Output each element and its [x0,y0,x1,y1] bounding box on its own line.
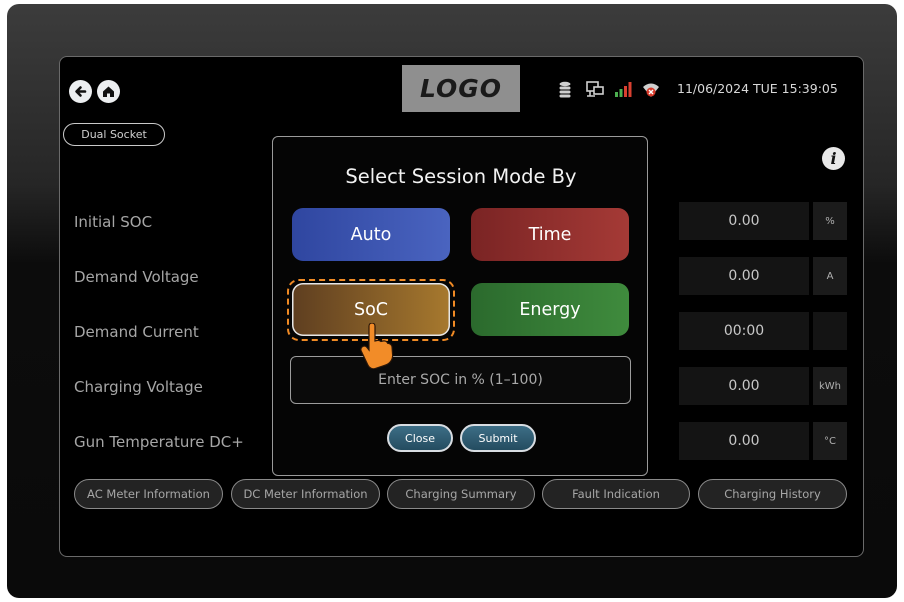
param-unit-initial-soc: % [813,202,847,240]
logo: LOGO [402,65,520,112]
info-icon: i [830,148,837,168]
param-value-gun-temperature: 0.00 [679,422,809,460]
dialog-title: Select Session Mode By [345,165,577,188]
close-button[interactable]: Close [387,424,453,452]
param-label-gun-temperature: Gun Temperature DC+ [74,433,244,451]
submit-button[interactable]: Submit [460,424,536,452]
param-value-demand-current: 00:00 [679,312,809,350]
param-unit-charging-voltage: kWh [813,367,847,405]
charger-screen: LOGO 11/06/2024 TUE 15:39:05 Dual Socket… [59,56,864,557]
charging-summary-button[interactable]: Charging Summary [387,479,535,509]
charging-history-button[interactable]: Charging History [698,479,847,509]
home-icon [103,86,114,97]
datetime: 11/06/2024 TUE 15:39:05 [677,81,838,96]
param-label-demand-voltage: Demand Voltage [74,268,199,286]
database-icon [558,81,572,102]
param-unit-demand-voltage: A [813,257,847,295]
param-label-charging-voltage: Charging Voltage [74,378,203,396]
param-unit-demand-current [813,312,847,350]
param-value-initial-soc: 0.00 [679,202,809,240]
soc-input[interactable] [290,356,631,404]
fault-indication-button[interactable]: Fault Indication [542,479,690,509]
param-value-demand-voltage: 0.00 [679,257,809,295]
param-label-initial-soc: Initial SOC [74,213,153,231]
param-unit-gun-temperature: °C [813,422,847,460]
param-label-demand-current: Demand Current [74,323,199,341]
dc-meter-button[interactable]: DC Meter Information [231,479,380,509]
param-value-charging-voltage: 0.00 [679,367,809,405]
ac-meter-button[interactable]: AC Meter Information [74,479,223,509]
hand-pointer-icon [360,322,394,373]
info-button[interactable]: i [822,147,845,170]
mode-auto-button[interactable]: Auto [292,208,450,261]
mode-energy-button[interactable]: Energy [471,283,629,336]
session-mode-dialog: Select Session Mode By Auto Time SoC Ene… [272,136,648,476]
network-icon [586,81,604,102]
mode-time-button[interactable]: Time [471,208,629,261]
back-button[interactable] [69,80,92,103]
signal-icon [614,81,632,102]
arrow-left-icon [75,86,87,97]
home-button[interactable] [97,80,120,103]
wifi-off-icon [642,81,660,102]
socket-badge[interactable]: Dual Socket [63,123,165,146]
